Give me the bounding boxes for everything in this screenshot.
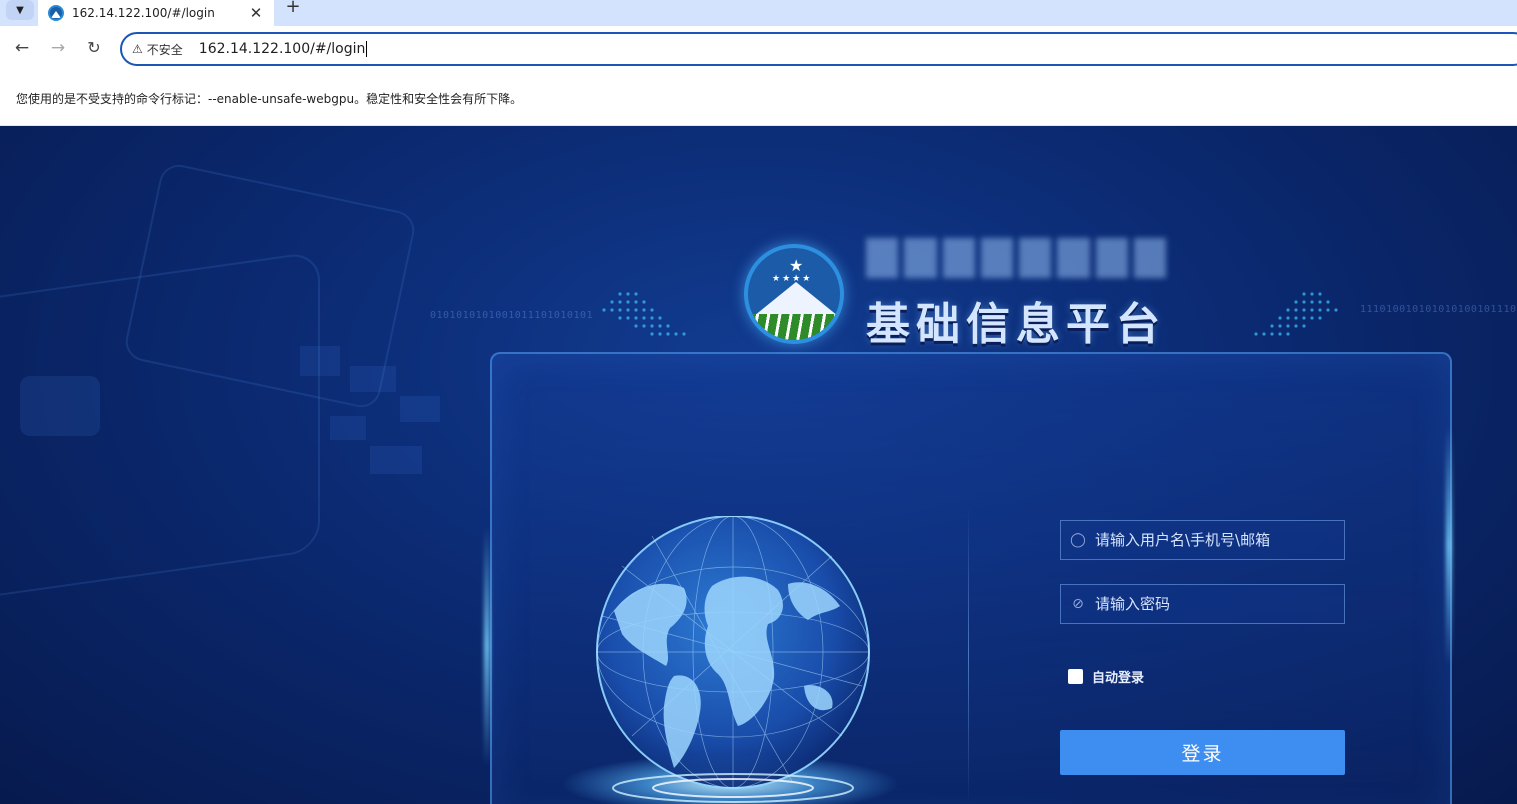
- address-bar[interactable]: ⚠ 不安全 162.14.122.100/#/login: [120, 32, 1517, 66]
- reload-button[interactable]: ↻: [82, 36, 106, 60]
- panel-divider: [968, 506, 969, 804]
- tab-search-button[interactable]: ▼: [6, 0, 34, 20]
- close-icon[interactable]: ✕: [248, 5, 264, 21]
- username-field[interactable]: ◯: [1060, 520, 1345, 560]
- panel-glow-left: [484, 526, 490, 766]
- password-input[interactable]: [1095, 595, 1344, 613]
- platform-logo: ★ ★★★★: [744, 244, 844, 344]
- chevron-down-icon: ▼: [16, 4, 24, 16]
- warning-infobar: 您使用的是不受支持的命令行标记：--enable-unsafe-webgpu。稳…: [0, 72, 1517, 126]
- favicon-icon: [48, 5, 64, 21]
- login-button[interactable]: 登录: [1060, 730, 1345, 775]
- page-title: 基础信息平台: [866, 299, 1166, 350]
- decorative-block: [300, 346, 340, 376]
- url-text[interactable]: 162.14.122.100/#/login: [199, 41, 366, 57]
- star-icon: ★: [789, 256, 804, 275]
- field-icon: [748, 314, 840, 340]
- username-input[interactable]: [1095, 531, 1344, 549]
- decorative-block: [400, 396, 440, 422]
- text-caret: [366, 41, 368, 57]
- arrow-right-icon: →: [50, 38, 66, 58]
- tab-title: 162.14.122.100/#/login: [72, 6, 215, 20]
- forward-button[interactable]: →: [46, 36, 70, 60]
- browser-toolbar: ← → ↻ ⚠ 不安全 162.14.122.100/#/login: [0, 26, 1517, 72]
- decorative-block: [20, 376, 100, 436]
- mountain-icon: [754, 282, 838, 316]
- binary-decoration-right: 1110100101010101001011100: [1360, 304, 1517, 315]
- back-button[interactable]: ←: [10, 36, 34, 60]
- globe-illustration: [596, 516, 870, 803]
- tab-strip: ▼ 162.14.122.100/#/login ✕ +: [0, 0, 1517, 26]
- panel-glow-right: [1446, 426, 1452, 666]
- security-label[interactable]: 不安全: [147, 41, 183, 58]
- auto-login-option[interactable]: 自动登录: [1068, 667, 1144, 686]
- infobar-message: 您使用的是不受支持的命令行标记：--enable-unsafe-webgpu。稳…: [16, 92, 523, 106]
- password-field[interactable]: ⊘: [1060, 584, 1345, 624]
- arrow-left-icon: ←: [14, 38, 30, 58]
- auto-login-label[interactable]: 自动登录: [1092, 667, 1144, 686]
- decorative-block: [330, 416, 366, 440]
- eye-slash-icon[interactable]: ⊘: [1069, 595, 1087, 613]
- auto-login-checkbox[interactable]: [1068, 669, 1083, 684]
- browser-tab[interactable]: 162.14.122.100/#/login ✕: [38, 0, 274, 26]
- decorative-block: [370, 446, 422, 474]
- user-icon: ◯: [1070, 532, 1086, 548]
- reload-icon: ↻: [87, 38, 101, 57]
- decorative-block: [350, 366, 396, 392]
- title-line-obscured: [866, 238, 1166, 284]
- login-page: 0101010101001011101010101 11101001010101…: [0, 126, 1517, 804]
- dot-pattern-left: [602, 292, 686, 336]
- dot-pattern-right: [1254, 292, 1338, 336]
- new-tab-button[interactable]: +: [282, 0, 304, 16]
- warning-icon: ⚠: [132, 42, 143, 56]
